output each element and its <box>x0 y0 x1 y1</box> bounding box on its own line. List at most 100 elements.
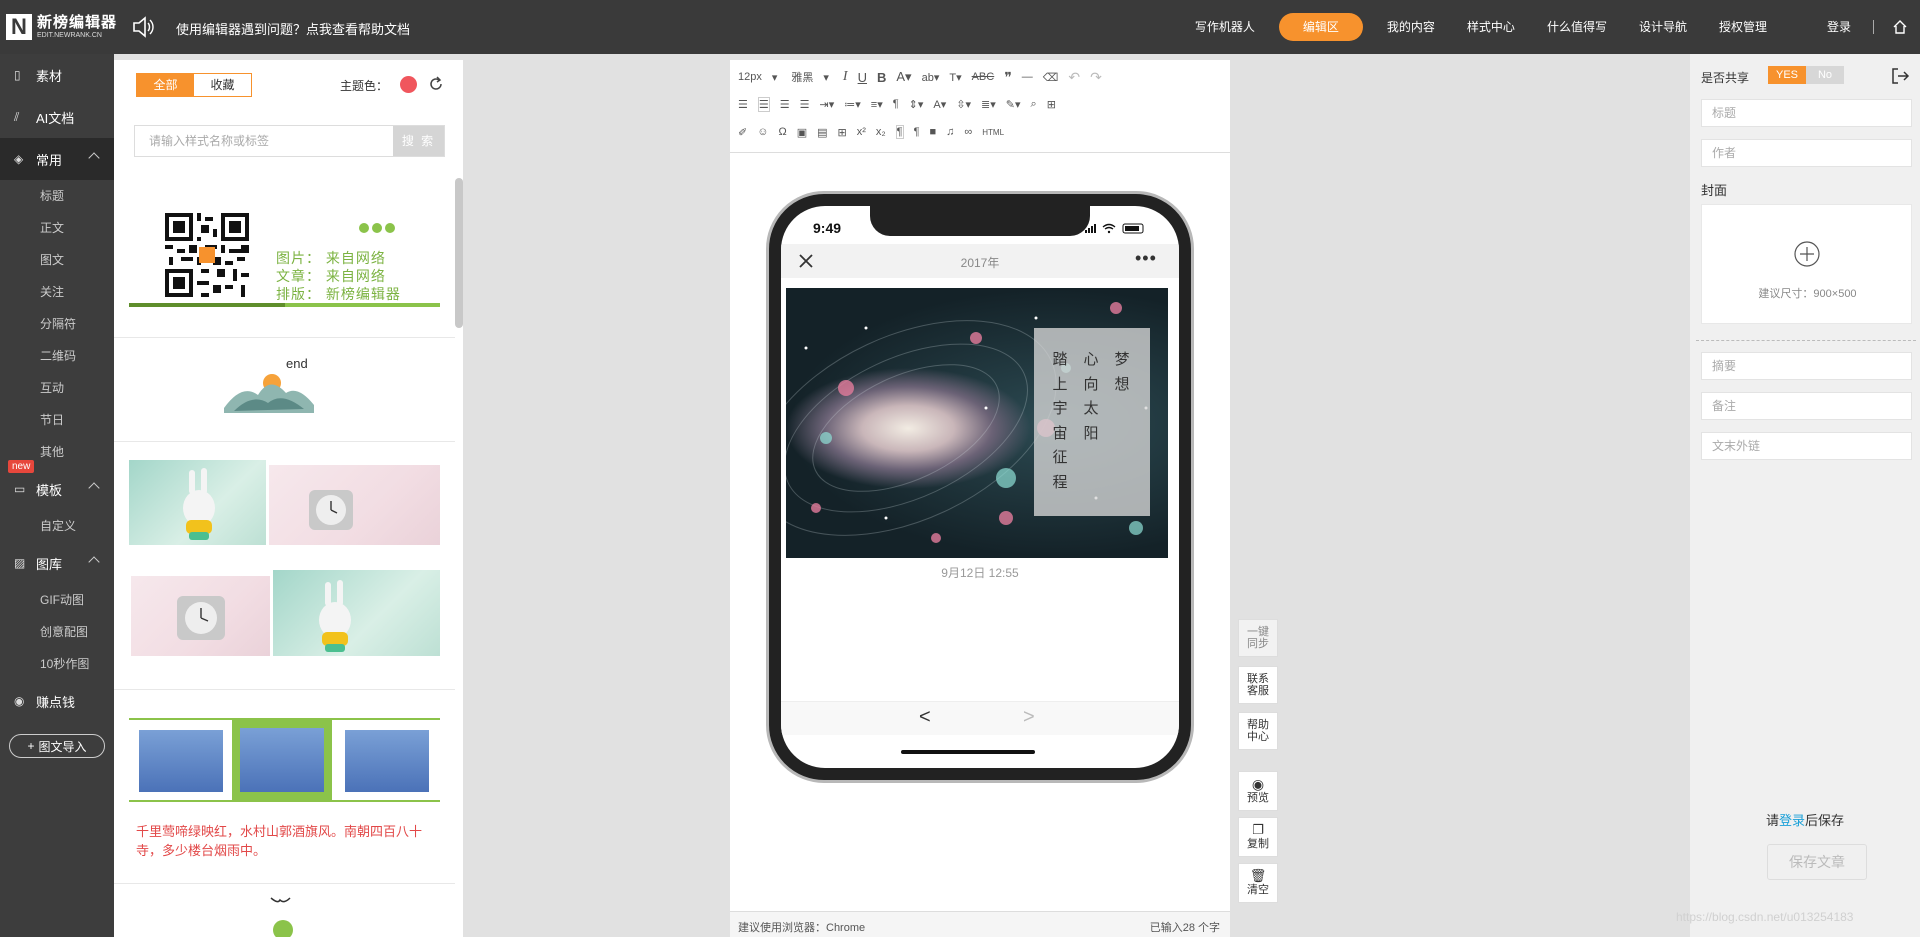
eraser-icon[interactable]: ⌫ <box>1043 71 1059 84</box>
magic-wand-icon[interactable]: ✎▾ <box>1006 98 1021 111</box>
ordered-list-icon[interactable]: ≔▾ <box>844 98 861 111</box>
contact-support-button[interactable]: 联系客服 <box>1238 666 1278 704</box>
format-painter-icon[interactable]: ✐ <box>738 126 747 139</box>
share-toggle[interactable]: YES No <box>1768 66 1844 84</box>
title-input[interactable] <box>1701 99 1912 127</box>
cover-upload[interactable]: 建议尺寸：900×500 <box>1701 204 1912 324</box>
paragraph-spacing-icon[interactable]: ⇳▾ <box>956 98 971 111</box>
sidebar-sub-body[interactable]: 正文 <box>0 212 114 244</box>
undo-icon[interactable]: ↶ <box>1068 69 1080 86</box>
sidebar-sub-custom[interactable]: 自定义 <box>0 510 114 542</box>
bold-icon[interactable]: B <box>877 70 886 85</box>
refresh-icon[interactable] <box>427 75 445 93</box>
table-icon[interactable]: ⊞ <box>838 126 847 139</box>
external-link-input[interactable] <box>1701 432 1912 460</box>
nav-authorization[interactable]: 授权管理 <box>1703 13 1783 41</box>
align-left-icon[interactable]: ☰ <box>738 98 748 111</box>
style-card-credits[interactable]: 图片： 来自网络 文章： 来自网络 排版： 新榜编辑器 <box>129 205 440 325</box>
style-card-end[interactable]: end <box>114 343 455 433</box>
sidebar-sub-gif[interactable]: GIF动图 <box>0 584 114 616</box>
logo[interactable]: N 新榜编辑器 EDIT.NEWRANK.CN <box>6 12 117 42</box>
login-tip-link[interactable]: 登录 <box>1779 813 1805 828</box>
unordered-list-icon[interactable]: ≡▾ <box>871 98 883 111</box>
text-format-icon[interactable]: T▾ <box>949 71 961 84</box>
sidebar-sub-divider[interactable]: 分隔符 <box>0 308 114 340</box>
author-input[interactable] <box>1701 139 1912 167</box>
quote-icon[interactable]: ❞ <box>1004 69 1012 86</box>
table-format-icon[interactable]: ≣▾ <box>981 98 996 111</box>
tab-all[interactable]: 全部 <box>137 74 194 96</box>
omega-icon[interactable]: Ω <box>778 126 786 138</box>
ltr-icon[interactable]: ¶ <box>895 125 904 139</box>
share-no-option[interactable]: No <box>1806 66 1844 84</box>
import-article-button[interactable]: + 图文导入 <box>9 734 105 758</box>
find-icon[interactable]: ⌕ <box>1031 98 1037 111</box>
sidebar-sub-holiday[interactable]: 节日 <box>0 404 114 436</box>
style-card-photo-grid[interactable] <box>129 460 440 680</box>
preview-icon[interactable]: ⊞ <box>1047 98 1056 111</box>
sidebar-item-earn[interactable]: ◉ 赚点钱 <box>0 680 114 722</box>
login-link[interactable]: 登录 <box>1811 13 1867 41</box>
back-arrow-icon[interactable]: < <box>919 706 931 729</box>
paragraph-icon[interactable]: ¶ <box>893 98 899 110</box>
help-doc-link[interactable]: 使用编辑器遇到问题？点我查看帮助文档 <box>176 19 410 38</box>
dropdown-caret-icon[interactable]: ▾ <box>823 71 829 84</box>
home-icon[interactable] <box>1880 0 1920 54</box>
nav-worth-writing[interactable]: 什么值得写 <box>1531 13 1623 41</box>
align-right-icon[interactable]: ☰ <box>780 98 790 111</box>
font-size-select[interactable]: 12px <box>738 71 762 83</box>
sidebar-item-ai-doc[interactable]: ⫽ AI文档 <box>0 96 114 138</box>
nav-writing-robot[interactable]: 写作机器人 <box>1179 13 1271 41</box>
preview-button[interactable]: ◉ 预览 <box>1238 771 1278 811</box>
superscript-icon[interactable]: x² <box>857 126 866 138</box>
nav-my-content[interactable]: 我的内容 <box>1371 13 1451 41</box>
music-icon[interactable]: ♫ <box>946 126 954 138</box>
nav-design-guide[interactable]: 设计导航 <box>1623 13 1703 41</box>
italic-icon[interactable]: I <box>843 69 848 85</box>
sidebar-item-material[interactable]: ▯ 素材 <box>0 54 114 96</box>
style-search-input[interactable] <box>135 126 393 156</box>
multi-image-icon[interactable]: ▤ <box>817 126 827 139</box>
nav-style-center[interactable]: 样式中心 <box>1451 13 1531 41</box>
letter-spacing-icon[interactable]: A▾ <box>933 98 946 111</box>
help-center-button[interactable]: 帮助中心 <box>1238 712 1278 750</box>
tab-favorites[interactable]: 收藏 <box>194 74 251 96</box>
clear-button[interactable]: 🗑 清空 <box>1238 863 1278 903</box>
indent-icon[interactable]: ⇥▾ <box>820 98 835 111</box>
horizontal-rule-icon[interactable]: — <box>1022 71 1033 83</box>
redo-icon[interactable]: ↷ <box>1090 69 1102 86</box>
exit-icon[interactable] <box>1890 66 1910 86</box>
sidebar-item-template[interactable]: new ▭ 模板 <box>0 460 114 510</box>
one-click-sync-button[interactable]: 一键同步 <box>1238 619 1278 657</box>
dropdown-caret-icon[interactable]: ▾ <box>772 71 778 84</box>
rtl-icon[interactable]: ¶ <box>914 126 920 138</box>
subscript-icon[interactable]: x₂ <box>876 126 886 138</box>
line-spacing-icon[interactable]: ⇕▾ <box>909 98 924 111</box>
sidebar-item-gallery[interactable]: ▨ 图库 <box>0 542 114 584</box>
theme-color-swatch[interactable] <box>400 76 417 93</box>
video-icon[interactable]: ■ <box>930 126 937 138</box>
align-center-icon[interactable]: ☰ <box>757 96 770 112</box>
more-icon[interactable]: ••• <box>1135 249 1157 267</box>
font-family-select[interactable]: 雅黑 <box>791 69 813 85</box>
summary-input[interactable] <box>1701 352 1912 380</box>
underline-icon[interactable]: U <box>858 70 867 85</box>
sidebar-sub-title[interactable]: 标题 <box>0 180 114 212</box>
emoji-icon[interactable]: ☺ <box>757 126 768 138</box>
font-color-icon[interactable]: A▾ <box>896 69 911 85</box>
note-input[interactable] <box>1701 392 1912 420</box>
sidebar-sub-creative[interactable]: 创意配图 <box>0 616 114 648</box>
link-icon[interactable]: ∞ <box>964 126 972 138</box>
html-source-icon[interactable]: HTML <box>982 128 1004 137</box>
sidebar-sub-follow[interactable]: 关注 <box>0 276 114 308</box>
copy-button[interactable]: ❐ 复制 <box>1238 817 1278 857</box>
style-search-button[interactable]: 搜 索 <box>393 126 444 156</box>
sidebar-sub-quick-design[interactable]: 10秒作图 <box>0 648 114 680</box>
nav-editor[interactable]: 编辑区 <box>1278 13 1363 41</box>
speaker-icon[interactable] <box>131 16 155 38</box>
background-color-icon[interactable]: ab▾ <box>922 71 940 84</box>
share-yes-option[interactable]: YES <box>1768 66 1806 84</box>
insert-image-icon[interactable]: ▣ <box>797 126 807 139</box>
style-card-blossom[interactable] <box>129 718 440 802</box>
forward-arrow-icon[interactable]: > <box>1023 706 1035 729</box>
